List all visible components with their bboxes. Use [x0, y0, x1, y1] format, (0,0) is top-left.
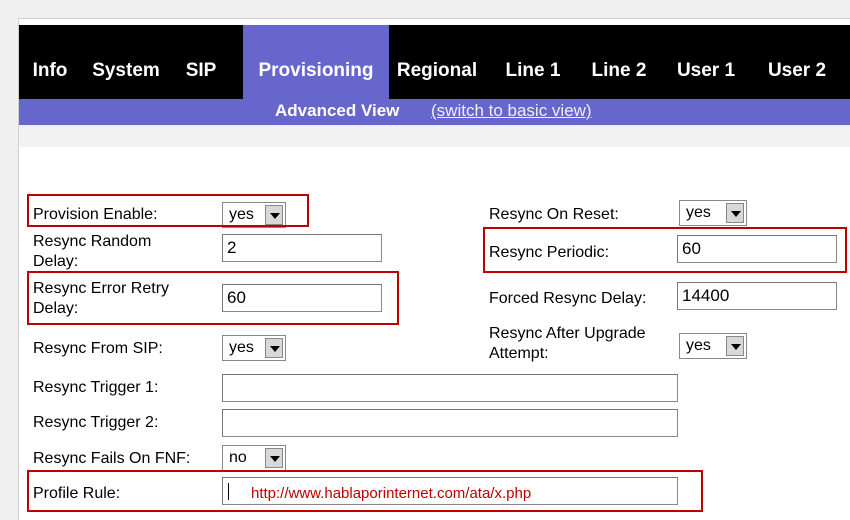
chevron-down-icon	[726, 336, 744, 356]
resync-fails-on-fnf-select[interactable]: no	[222, 445, 286, 471]
switch-basic-view-link[interactable]: (switch to basic view)	[431, 101, 592, 121]
resync-trigger-2-field[interactable]	[222, 409, 678, 437]
resync-after-upgrade-attempt-select[interactable]: yes	[679, 333, 747, 359]
resync-trigger-1-field[interactable]	[222, 374, 678, 402]
resync-trigger-1-label: Resync Trigger 1:	[33, 379, 159, 396]
advanced-view-label: Advanced View	[275, 101, 400, 120]
resync-from-sip-label: Resync From SIP:	[33, 340, 163, 357]
tab-line-2[interactable]: Line 2	[583, 25, 655, 105]
tab-sip[interactable]: SIP	[171, 25, 231, 105]
resync-from-sip-select[interactable]: yes	[222, 335, 286, 361]
browser-frame: Info System SIP Provisioning Regional Li…	[18, 18, 850, 520]
tab-user-2[interactable]: User 2	[757, 25, 837, 105]
highlight-resync-periodic	[483, 227, 847, 273]
resync-trigger-2-label: Resync Trigger 2:	[33, 414, 159, 431]
tab-system[interactable]: System	[81, 25, 171, 105]
resync-random-delay-field[interactable]: 2	[222, 234, 382, 262]
resync-on-reset-label: Resync On Reset:	[489, 206, 619, 223]
resync-on-reset-select[interactable]: yes	[679, 200, 747, 226]
tab-regional[interactable]: Regional	[391, 25, 483, 105]
tab-line-1[interactable]: Line 1	[497, 25, 569, 105]
resync-random-delay-label: Resync Random Delay:	[33, 233, 152, 270]
highlight-provision-enable	[27, 194, 309, 227]
chevron-down-icon	[265, 448, 283, 468]
view-bar: Advanced View (switch to basic view)	[19, 99, 850, 125]
tab-bar: Info System SIP Provisioning Regional Li…	[19, 25, 850, 121]
highlight-profile-rule	[27, 470, 703, 512]
chevron-down-icon	[726, 203, 744, 223]
highlight-resync-error-retry-delay	[27, 271, 399, 325]
tab-info[interactable]: Info	[19, 25, 81, 105]
tab-user-1[interactable]: User 1	[667, 25, 745, 105]
forced-resync-delay-label: Forced Resync Delay:	[489, 290, 647, 307]
separator	[19, 125, 850, 147]
forced-resync-delay-field[interactable]: 14400	[677, 282, 837, 310]
resync-after-upgrade-attempt-label: Resync After Upgrade Attempt:	[489, 325, 646, 362]
chevron-down-icon	[265, 338, 283, 358]
resync-fails-on-fnf-label: Resync Fails On FNF:	[33, 450, 191, 467]
